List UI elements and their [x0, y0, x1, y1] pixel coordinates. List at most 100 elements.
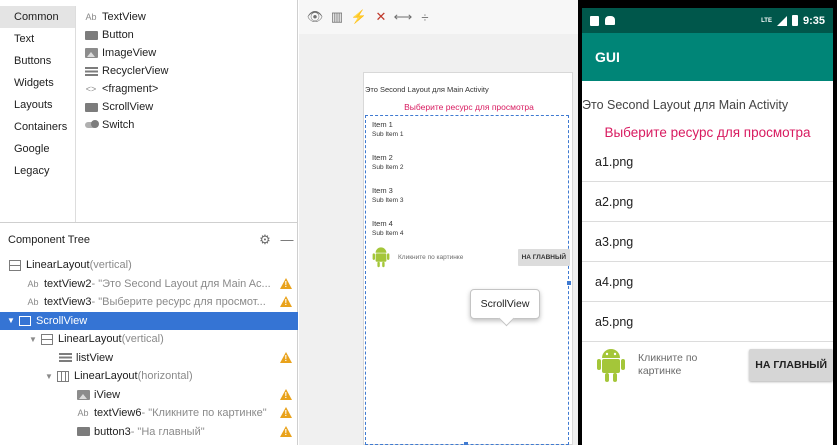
imageview-icon	[76, 389, 90, 401]
app-title: GUI	[595, 49, 620, 65]
tree-node-textview2[interactable]: Ab textView2 - "Это Second Layout для Ma…	[0, 275, 298, 294]
tree-node-iview[interactable]: iView	[0, 386, 298, 405]
preview-item-sub: Sub Item 4	[372, 230, 404, 237]
resize-handle-right[interactable]	[567, 281, 571, 285]
textview-icon: Ab	[77, 408, 89, 419]
component-tree: LinearLayout (vertical) Ab textView2 - "…	[0, 256, 298, 441]
palette-widget-scrollview[interactable]: ScrollView	[84, 98, 296, 116]
tree-node-linearlayout-horizontal[interactable]: ▼ LinearLayout (horizontal)	[0, 367, 298, 386]
warning-icon[interactable]	[280, 351, 292, 363]
linearlayout-vertical-icon	[8, 259, 22, 271]
palette-category-text[interactable]: Text	[0, 28, 75, 50]
preview-item-title: Item 3	[372, 186, 393, 195]
palette-widget-imageview[interactable]: ImageView	[84, 44, 296, 62]
tree-node-detail: - "На главный"	[130, 425, 205, 438]
status-time: 9:35	[802, 14, 825, 27]
tree-node-linearlayout-vertical[interactable]: ▼ LinearLayout (vertical)	[0, 330, 298, 349]
home-button[interactable]: НА ГЛАВНЫЙ	[749, 349, 833, 381]
minimize-icon[interactable]: —	[276, 232, 298, 247]
preview-click-text[interactable]: Кликните по картинке	[398, 254, 518, 261]
vertical-spacing-icon[interactable]: ÷	[415, 7, 435, 27]
palette-category-widgets[interactable]: Widgets	[0, 72, 75, 94]
tree-node-name: LinearLayout	[26, 259, 90, 272]
component-tree-title: Component Tree	[8, 233, 90, 246]
clear-constraints-icon[interactable]: ✕	[371, 7, 391, 27]
palette-category-containers[interactable]: Containers	[0, 116, 75, 138]
tree-node-listview[interactable]: listView	[0, 349, 298, 368]
preview-item-sub: Sub Item 3	[372, 197, 404, 204]
layout-editor-left-panel: Common Text Buttons Widgets Layouts Cont…	[0, 0, 298, 445]
preview-home-button[interactable]: НА ГЛАВНЫЙ	[517, 248, 570, 266]
preview-scrollview[interactable]: Item 1 Sub Item 1 Item 2 Sub Item 2 Item…	[365, 115, 570, 445]
palette-widget-fragment[interactable]: <> <fragment>	[84, 80, 296, 98]
gear-icon[interactable]: ⚙	[254, 232, 276, 248]
palette-category-layouts[interactable]: Layouts	[0, 94, 75, 116]
expand-arrow-icon[interactable]: ▼	[28, 335, 38, 344]
tree-node-detail: (vertical)	[121, 333, 164, 346]
palette-widget-button[interactable]: Button	[84, 26, 296, 44]
phone-title-text: Это Second Layout для Main Activity	[582, 98, 789, 112]
tree-node-detail: (horizontal)	[137, 370, 193, 383]
list-icon	[58, 352, 72, 364]
magnet-off-icon[interactable]: ⚡	[349, 7, 369, 27]
phone-click-text: Кликните по картинке	[638, 352, 698, 377]
palette-category-common[interactable]: Common	[0, 6, 75, 28]
preview-title-text[interactable]: Это Second Layout для Main Activity	[364, 85, 574, 94]
eye-icon[interactable]: 👁	[305, 7, 325, 27]
layout-preview[interactable]: Это Second Layout для Main Activity Выбе…	[363, 72, 573, 445]
preview-item-title: Item 4	[372, 219, 393, 228]
file-list-item[interactable]: a2.png	[582, 182, 833, 222]
preview-subtitle-text[interactable]: Выберите ресурс для просмотра	[364, 102, 574, 112]
tree-node-name: textView6	[94, 407, 142, 420]
scrollview-tooltip: ScrollView	[470, 289, 540, 319]
tree-node-scrollview[interactable]: ▼ ScrollView	[0, 311, 298, 330]
expand-arrow-icon[interactable]: ▼	[44, 372, 54, 381]
tree-node-name: iView	[94, 388, 121, 401]
preview-list-item[interactable]: Item 1 Sub Item 1	[366, 116, 568, 149]
preview-list-item[interactable]: Item 2 Sub Item 2	[366, 149, 568, 182]
palette-widget-switch[interactable]: Switch	[84, 116, 296, 134]
horizontal-spacing-icon[interactable]: ⟷	[393, 7, 413, 27]
scrollview-icon	[84, 101, 98, 113]
phone-subtitle-text: Выберите ресурс для просмотра	[604, 125, 811, 140]
tree-node-linearlayout-root[interactable]: LinearLayout (vertical)	[0, 256, 298, 275]
file-list-item[interactable]: a3.png	[582, 222, 833, 262]
palette-widget-label: <fragment>	[102, 83, 159, 95]
palette-widget-recyclerview[interactable]: RecyclerView	[84, 62, 296, 80]
expand-arrow-icon[interactable]: ▼	[6, 316, 16, 325]
tree-node-textview3[interactable]: Ab textView3 - "Выберите ресурс для прос…	[0, 293, 298, 312]
palette-widget-label: Switch	[102, 119, 135, 131]
file-list-item[interactable]: a5.png	[582, 302, 833, 342]
file-list-item[interactable]: a1.png	[582, 142, 833, 182]
network-type: LTE	[761, 17, 772, 24]
phone-bottom-row: Кликните по картинке НА ГЛАВНЫЙ	[582, 341, 833, 389]
preview-item-sub: Sub Item 1	[372, 131, 404, 138]
warning-icon[interactable]	[280, 425, 292, 437]
warning-icon[interactable]	[280, 296, 292, 307]
palette-category-buttons[interactable]: Buttons	[0, 50, 75, 72]
warning-icon[interactable]	[280, 277, 292, 289]
palette-categories: Common Text Buttons Widgets Layouts Cont…	[0, 6, 76, 222]
android-icon[interactable]	[372, 245, 390, 269]
component-tree-header: Component Tree ⚙ —	[0, 222, 298, 256]
tree-node-name: LinearLayout	[58, 333, 122, 346]
android-icon[interactable]	[596, 346, 626, 384]
warning-icon[interactable]	[280, 407, 292, 418]
preview-item-sub: Sub Item 2	[372, 164, 404, 171]
palette-category-google[interactable]: Google	[0, 138, 75, 160]
linearlayout-vertical-icon	[40, 333, 54, 345]
palette: Common Text Buttons Widgets Layouts Cont…	[0, 0, 298, 222]
warning-icon[interactable]	[280, 388, 292, 400]
file-list-item[interactable]: a4.png	[582, 262, 833, 302]
tree-node-button3[interactable]: button3 - "На главный"	[0, 423, 298, 442]
preview-list-item[interactable]: Item 3 Sub Item 3	[366, 182, 568, 215]
tree-node-textview6[interactable]: Ab textView6 - "Кликните по картинке"	[0, 404, 298, 423]
button-icon	[84, 29, 98, 41]
tree-node-name: textView3	[44, 296, 92, 309]
textview-icon: Ab	[27, 278, 39, 289]
preview-item-title: Item 2	[372, 153, 393, 162]
tree-node-name: listView	[76, 351, 114, 364]
blueprint-icon[interactable]: ▥	[327, 7, 347, 27]
palette-widget-textview[interactable]: Ab TextView	[84, 8, 296, 26]
palette-category-legacy[interactable]: Legacy	[0, 160, 75, 182]
